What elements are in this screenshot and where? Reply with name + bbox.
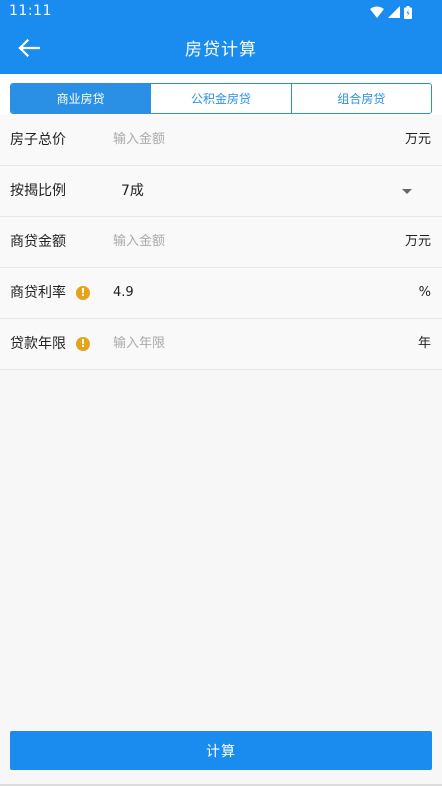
loan-term-label: 贷款年限 [10, 336, 66, 352]
wifi-icon [370, 6, 384, 18]
signal-icon [388, 6, 400, 18]
loan-form: 房子总价 万元 按揭比例 7成 商贷金额 万元 商贷利率 ! % 贷款年限 ! … [0, 115, 442, 370]
loan-type-tabs: 商业房贷 公积金房贷 组合房贷 [10, 83, 432, 114]
loan-amount-unit: 万元 [404, 234, 431, 249]
interest-rate-unit: % [418, 285, 431, 300]
total-price-unit: 万元 [404, 132, 431, 147]
interest-rate-input[interactable] [113, 268, 373, 318]
tab-combined-loan[interactable]: 组合房贷 [290, 84, 431, 113]
total-price-row: 房子总价 万元 [0, 115, 442, 166]
total-price-label: 房子总价 [10, 132, 66, 148]
interest-rate-label: 商贷利率 [10, 285, 66, 301]
status-icons [370, 5, 412, 19]
page-title: 房贷计算 [185, 40, 257, 60]
down-payment-row[interactable]: 按揭比例 7成 [0, 166, 442, 217]
down-payment-label: 按揭比例 [10, 183, 66, 199]
loan-term-row: 贷款年限 ! 年 [0, 319, 442, 370]
status-bar: 11:11 [0, 0, 442, 24]
status-time: 11:11 [9, 3, 52, 19]
interest-rate-row: 商贷利率 ! % [0, 268, 442, 319]
dropdown-arrow-icon[interactable] [402, 189, 412, 194]
loan-term-input[interactable] [113, 319, 373, 369]
loan-term-warning-icon[interactable]: ! [76, 337, 90, 351]
down-payment-select[interactable]: 7成 [121, 166, 144, 216]
loan-amount-label: 商贷金额 [10, 234, 66, 250]
battery-icon [404, 5, 412, 19]
interest-rate-warning-icon[interactable]: ! [76, 286, 90, 300]
loan-term-unit: 年 [417, 336, 431, 351]
tab-provident-fund-loan[interactable]: 公积金房贷 [150, 84, 291, 113]
loan-amount-input[interactable] [113, 217, 373, 267]
calculate-button[interactable]: 计算 [10, 731, 432, 770]
loan-amount-row: 商贷金额 万元 [0, 217, 442, 268]
tab-commercial-loan[interactable]: 商业房贷 [11, 84, 151, 113]
app-bar: 11:11 房贷计算 [0, 0, 442, 74]
total-price-input[interactable] [113, 115, 373, 165]
